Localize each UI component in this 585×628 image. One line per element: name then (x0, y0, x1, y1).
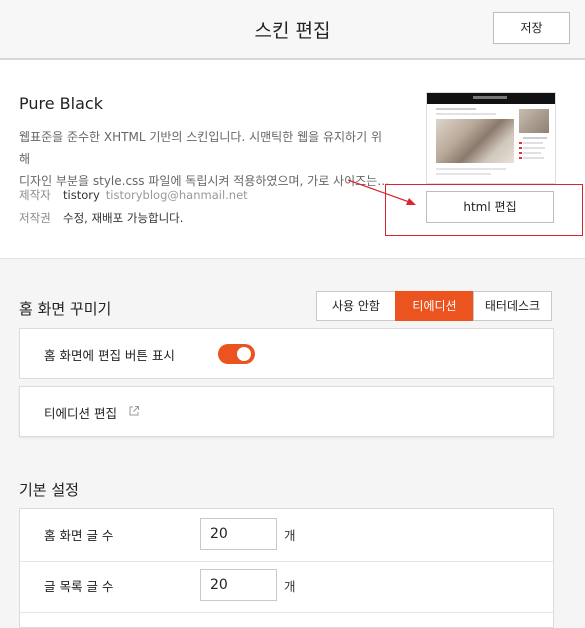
skin-info-panel: Pure Black 웹표준을 준수한 XHTML 기반의 스킨입니다. 시맨틱… (0, 60, 585, 259)
external-link-icon (129, 406, 139, 416)
list-post-count-label: 글 목록 글 수 (44, 579, 114, 594)
list-post-count-input[interactable] (200, 569, 277, 601)
basic-settings-title: 기본 설정 (19, 481, 79, 499)
mode-option-none[interactable]: 사용 안함 (316, 291, 396, 321)
top-bar: 스킨 편집 저장 (0, 0, 585, 60)
home-decor-mode-selector: 사용 안함 티에디션 태터데스크 (316, 291, 552, 321)
save-button[interactable]: 저장 (493, 12, 570, 44)
toggle-knob (237, 347, 251, 361)
mode-option-tedition[interactable]: 티에디션 (395, 291, 474, 321)
tedition-edit-row[interactable]: 티에디션 편집 (19, 386, 554, 437)
home-post-count-input[interactable] (200, 518, 277, 550)
basic-settings-panel: 홈 화면 글 수 개 글 목록 글 수 개 (19, 508, 554, 628)
tedition-edit-link[interactable]: 티에디션 편집 (44, 403, 117, 422)
home-post-count-row: 홈 화면 글 수 개 (20, 509, 553, 562)
home-decor-title: 홈 화면 꾸미기 (19, 300, 112, 318)
show-edit-button-label: 홈 화면에 편집 버튼 표시 (44, 348, 175, 363)
home-post-count-label: 홈 화면 글 수 (44, 528, 114, 543)
list-post-count-row: 글 목록 글 수 개 (20, 560, 553, 613)
annotation-arrow-icon (347, 179, 416, 205)
list-post-count-unit: 개 (284, 579, 296, 594)
show-edit-button-toggle[interactable] (218, 344, 255, 364)
show-edit-button-row: 홈 화면에 편집 버튼 표시 (19, 328, 554, 379)
home-post-count-unit: 개 (284, 528, 296, 543)
mode-option-tatterdesk[interactable]: 태터데스크 (473, 291, 552, 321)
